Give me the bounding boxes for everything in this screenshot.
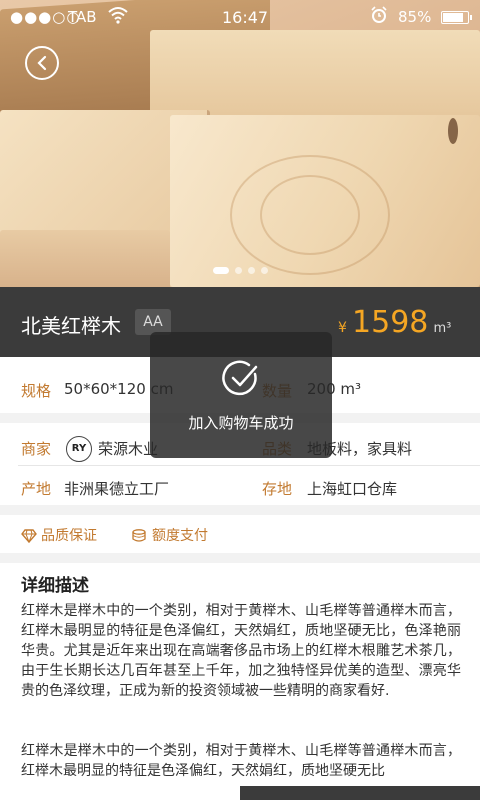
diamond-icon [21,529,37,544]
toast-notification: 加入购物车成功 [150,332,332,458]
payment-tag: 额度支付 [132,525,208,545]
carrier-name: TAB [68,8,97,26]
carousel-indicator [0,259,480,278]
wood-knot [448,118,458,144]
carousel-dot[interactable] [247,267,255,274]
chevron-left-icon [37,55,47,71]
description-paragraph: 红榉木是榉木中的一个类别，相对于黄榉木、山毛榉等普通榉木而言，红榉木最明显的特征… [21,743,461,779]
origin-label: 产地 [21,480,52,498]
coins-icon [132,529,146,542]
merchant-name[interactable]: 荣源木业 [98,438,158,459]
product-price: ¥ 1598 m³ [338,305,451,340]
spec-label: 规格 [21,382,52,400]
carousel-dot[interactable] [234,267,242,274]
quality-tag: 品质保证 [21,525,97,545]
feature-tags: 品质保证 额度支付 [0,515,480,553]
bottom-action-bar[interactable] [240,786,480,800]
price-value: 1598 [352,305,429,340]
clock: 16:47 [222,8,269,27]
battery-icon [441,11,472,24]
alarm-icon [370,6,388,28]
battery-percent: 85% [398,8,432,26]
storage-value: 上海虹口仓库 [307,480,398,498]
description-title: 详细描述 [21,576,89,596]
merchant-logo: RY [66,436,92,462]
section-divider [0,553,480,563]
quality-tag-label: 品质保证 [41,528,97,544]
wifi-icon [108,6,128,28]
toast-message: 加入购物车成功 [188,414,294,432]
status-bar: ●●●○○ TAB 16:47 85% [0,0,480,34]
section-divider [0,505,480,515]
carousel-dot[interactable] [212,267,229,274]
back-button[interactable] [25,46,59,80]
storage-label: 存地 [262,480,293,498]
payment-tag-label: 额度支付 [152,528,208,544]
currency-symbol: ¥ [338,320,347,336]
product-image-carousel[interactable]: ●●●○○ TAB 16:47 85% [0,0,480,287]
price-unit: m³ [433,321,452,336]
product-name: 北美红榉木 [21,314,121,338]
check-circle-icon [222,360,258,396]
origin-value: 非洲果德立工厂 [64,480,170,498]
merchant-label: 商家 [21,440,52,458]
carousel-dot[interactable] [260,267,268,274]
description-paragraph: 红榉木是榉木中的一个类别，相对于黄榉木、山毛榉等普通榉木而言，红榉木最明显的特征… [21,603,461,699]
